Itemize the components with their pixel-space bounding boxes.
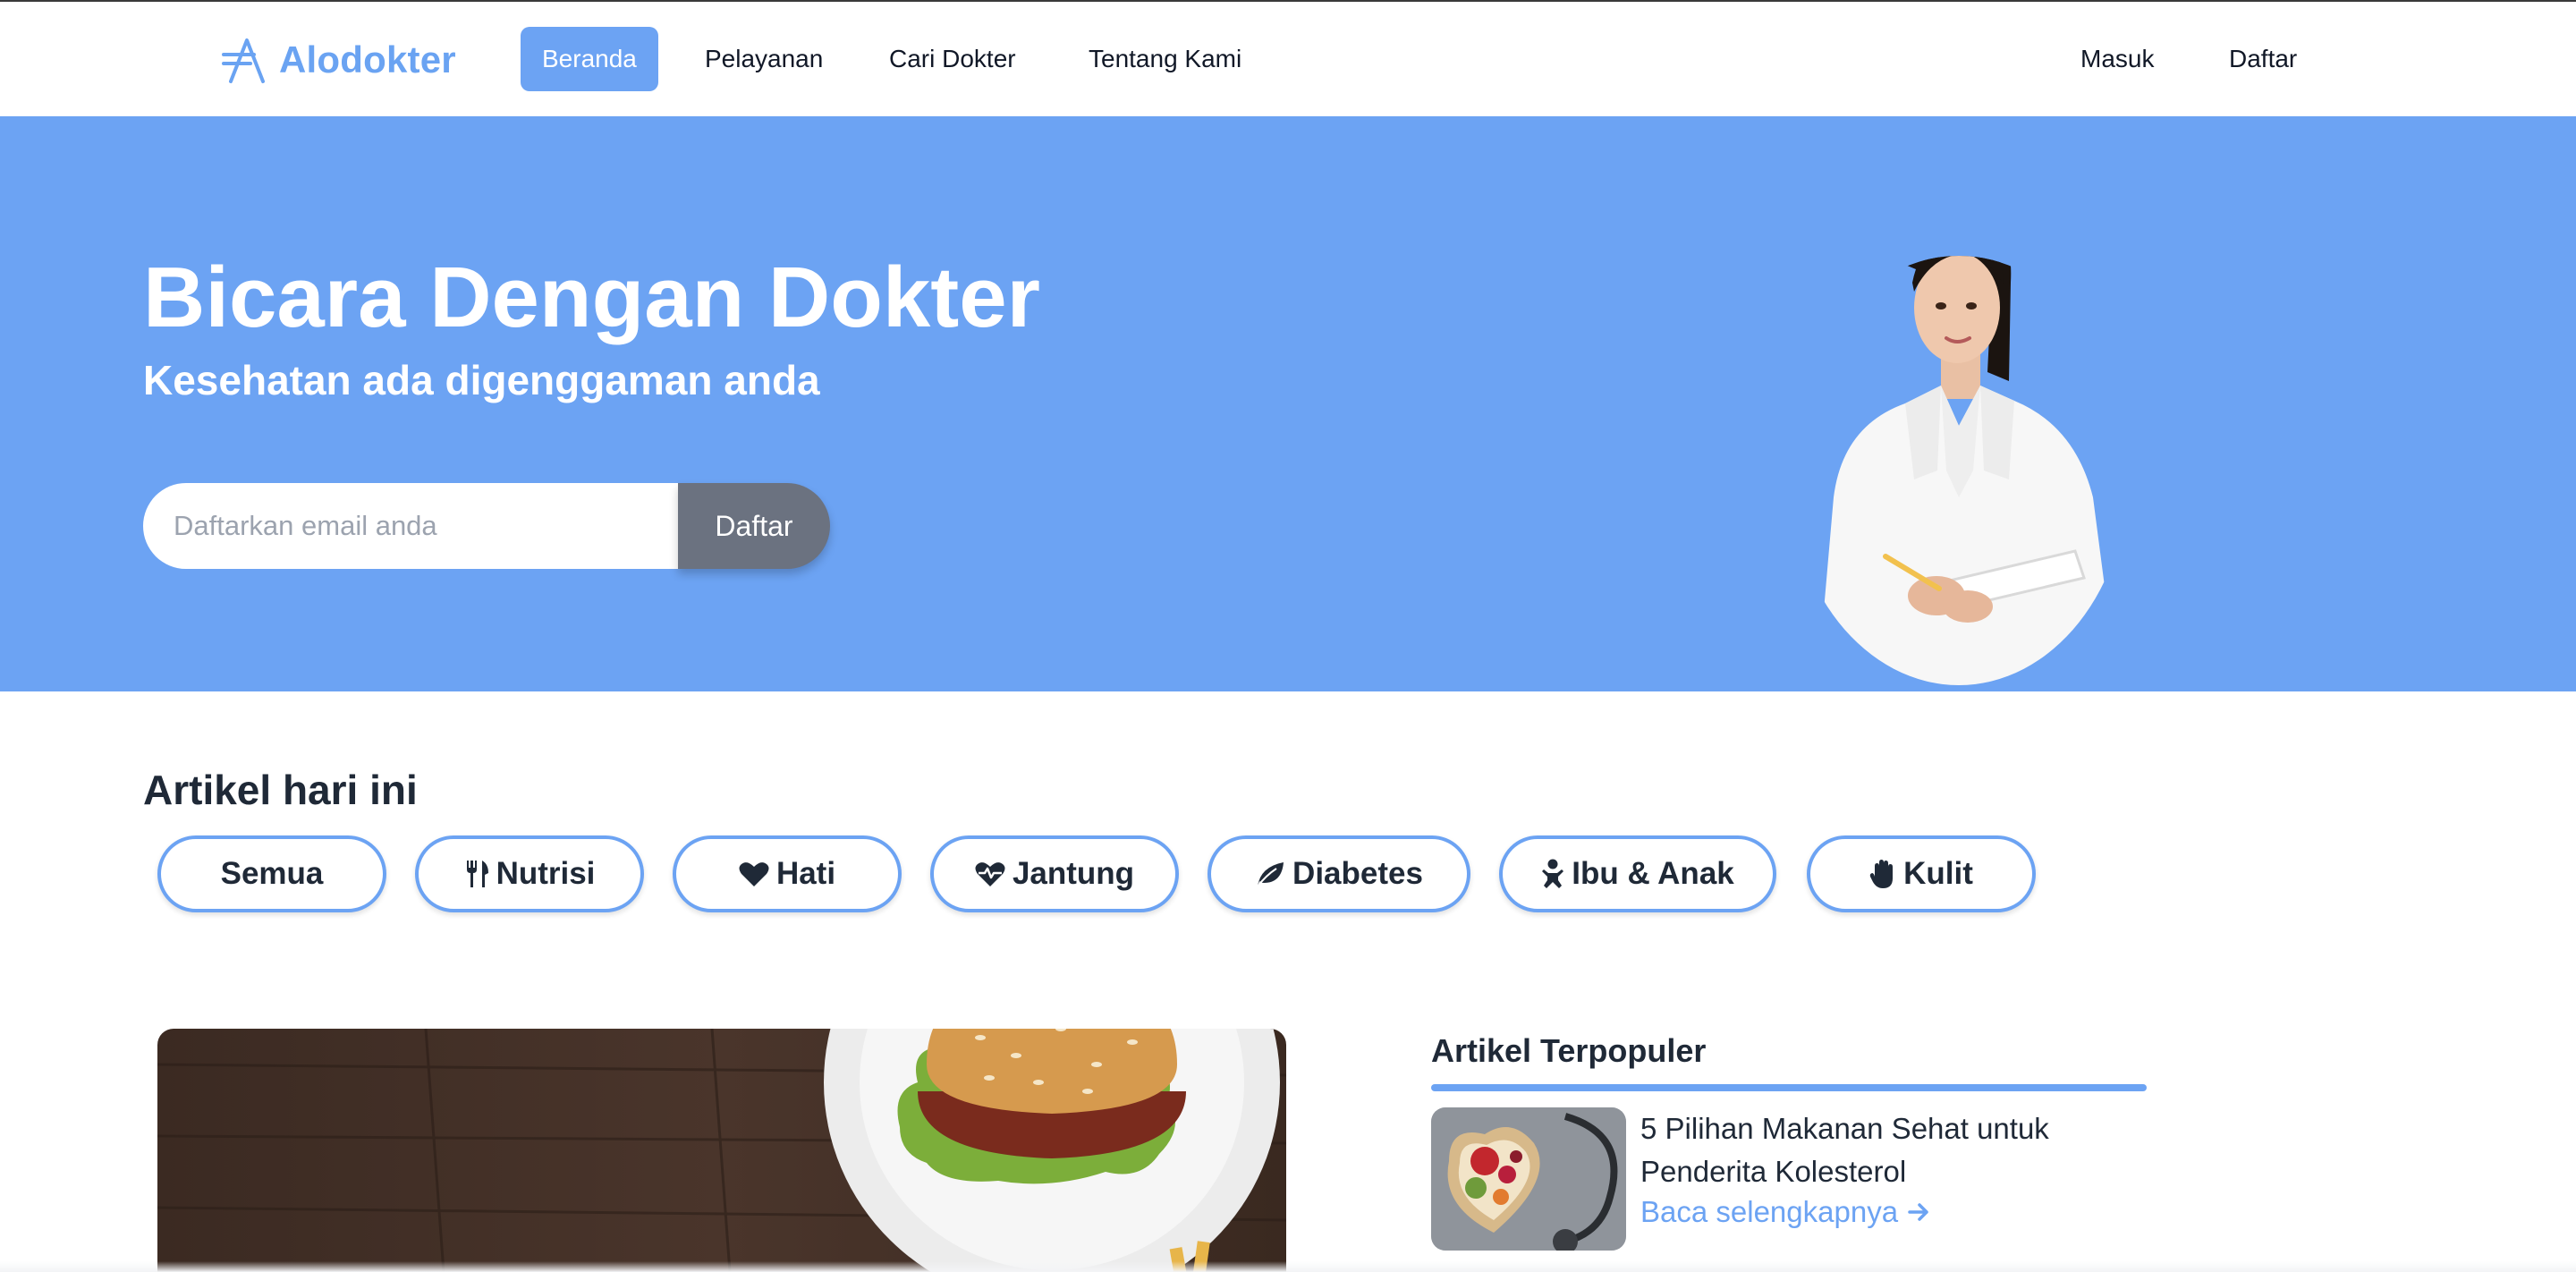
login-link[interactable]: Masuk	[2080, 27, 2154, 91]
nav-tentang-kami[interactable]: Tentang Kami	[1089, 27, 1241, 91]
heart-icon	[739, 862, 769, 886]
category-ibu-anak[interactable]: Ibu & Anak	[1499, 835, 1776, 912]
category-hati[interactable]: Hati	[673, 835, 902, 912]
alodokter-logo-icon	[222, 38, 265, 83]
category-label: Nutrisi	[496, 856, 596, 891]
hero-subtitle: Kesehatan ada digenggaman anda	[143, 357, 820, 403]
category-label: Semua	[220, 856, 324, 891]
category-label: Hati	[775, 856, 836, 891]
email-input[interactable]	[143, 483, 678, 569]
nav-pelayanan[interactable]: Pelayanan	[705, 27, 823, 91]
category-diabetes[interactable]: Diabetes	[1208, 835, 1470, 912]
hand-icon	[1869, 860, 1894, 888]
category-label: Kulit	[1903, 856, 1973, 891]
brand-logo[interactable]: Alodokter	[222, 32, 456, 88]
hero-title: Bicara Dengan Dokter	[143, 250, 1040, 345]
leaf-icon	[1257, 862, 1284, 887]
category-label: Diabetes	[1292, 856, 1423, 891]
hero-banner: Bicara Dengan Dokter Kesehatan ada digen…	[0, 116, 2576, 691]
articles-section-title: Artikel hari ini	[143, 767, 418, 813]
category-jantung[interactable]: Jantung	[930, 835, 1179, 912]
bottom-edge-shadow	[0, 1261, 2576, 1272]
baby-icon	[1542, 859, 1564, 888]
read-more-label: Baca selengkapnya	[1640, 1195, 1899, 1228]
category-nutrisi[interactable]: Nutrisi	[415, 835, 644, 912]
article-thumbnail[interactable]	[1431, 1107, 1626, 1251]
nav-cari-dokter[interactable]: Cari Dokter	[889, 27, 1016, 91]
category-semua[interactable]: Semua	[157, 835, 386, 912]
nav-beranda[interactable]: Beranda	[521, 27, 658, 91]
read-more-link[interactable]: Baca selengkapnya	[1640, 1195, 1930, 1229]
navbar: Alodokter Beranda Pelayanan Cari Dokter …	[0, 2, 2576, 116]
heartbeat-icon	[975, 862, 1005, 886]
utensils-icon	[466, 861, 488, 887]
email-submit-button[interactable]: Daftar	[678, 483, 830, 569]
featured-article-image[interactable]	[157, 1029, 1286, 1272]
popular-article-title[interactable]: 5 Pilihan Makanan Sehat untuk Penderita …	[1640, 1107, 2123, 1193]
doctor-illustration	[1816, 256, 2120, 685]
popular-articles-title: Artikel Terpopuler	[1431, 1032, 1707, 1069]
brand-name: Alodokter	[279, 38, 456, 81]
popular-title-underline	[1431, 1084, 2147, 1091]
category-label: Ibu & Anak	[1572, 856, 1734, 891]
arrow-right-icon	[1908, 1203, 1928, 1221]
category-kulit[interactable]: Kulit	[1807, 835, 2036, 912]
register-link[interactable]: Daftar	[2229, 27, 2297, 91]
category-label: Jantung	[1012, 856, 1135, 891]
